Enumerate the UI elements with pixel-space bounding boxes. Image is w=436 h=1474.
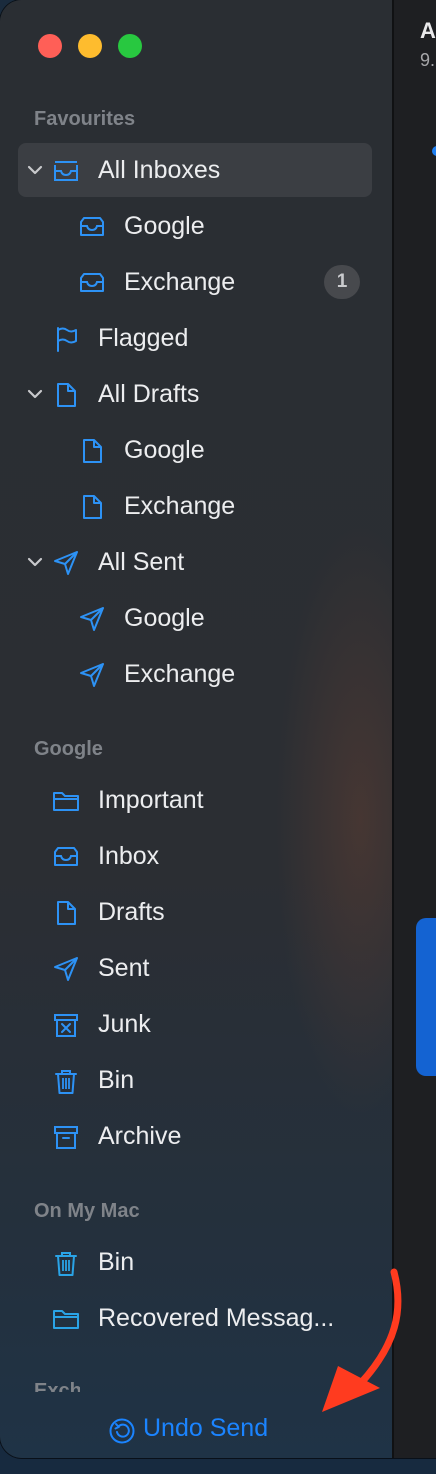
- sidebar-item-mac-bin[interactable]: Bin: [18, 1235, 372, 1289]
- sidebar-item-inbox[interactable]: Inbox: [18, 829, 372, 883]
- paper-plane-icon: [78, 605, 106, 633]
- paper-plane-icon: [52, 955, 80, 983]
- document-icon: [52, 381, 80, 409]
- unread-indicator: [432, 146, 436, 156]
- selected-message-highlight[interactable]: [416, 918, 436, 1076]
- sidebar-item-all-drafts[interactable]: All Drafts: [18, 367, 372, 421]
- sidebar-item-recovered-messages[interactable]: Recovered Messag...: [18, 1291, 372, 1345]
- sidebar-item-label: Flagged: [98, 324, 189, 352]
- junk-icon: [52, 1011, 80, 1039]
- sidebar-item-label: All Drafts: [98, 380, 200, 408]
- sidebar-item-important[interactable]: Important: [18, 773, 372, 827]
- inbox-tray-icon: [52, 157, 80, 185]
- chevron-down-icon[interactable]: [26, 161, 44, 179]
- chevron-down-icon[interactable]: [26, 553, 44, 571]
- sidebar-item-label: Inbox: [98, 842, 160, 870]
- sidebar-item-drafts[interactable]: Drafts: [18, 885, 372, 939]
- mail-window: Favourites All Inboxes Google Exchange 1…: [0, 0, 436, 1458]
- unread-count-badge: 1: [324, 265, 360, 299]
- sidebar-item-junk[interactable]: Junk: [18, 997, 372, 1051]
- flag-icon: [52, 325, 80, 353]
- section-header-partial-text: Exch: [34, 1382, 80, 1392]
- minimize-window-button[interactable]: [78, 34, 102, 58]
- section-header-google: Google: [34, 738, 103, 760]
- inbox-tray-icon: [78, 213, 106, 241]
- sidebar-item-flagged[interactable]: Flagged: [18, 311, 372, 365]
- sidebar-item-label: Exchange: [124, 492, 236, 520]
- archive-box-icon: [52, 1123, 80, 1151]
- sidebar-item-exchange-sent[interactable]: Exchange: [18, 647, 372, 701]
- sidebar-item-label: All Inboxes: [98, 156, 221, 184]
- sidebar-item-google-sent[interactable]: Google: [18, 591, 372, 645]
- undo-send-label: Undo Send: [143, 1414, 269, 1442]
- sidebar-item-label: Recovered Messag...: [98, 1304, 335, 1332]
- close-window-button[interactable]: [38, 34, 62, 58]
- sidebar-item-exchange-drafts[interactable]: Exchange: [18, 479, 372, 533]
- paper-plane-icon: [52, 549, 80, 577]
- sidebar-item-all-inboxes[interactable]: All Inboxes: [18, 143, 372, 197]
- sidebar-item-archive[interactable]: Archive: [18, 1109, 372, 1163]
- sidebar-item-all-sent[interactable]: All Sent: [18, 535, 372, 589]
- section-header-on-my-mac: On My Mac: [34, 1200, 140, 1222]
- sidebar-item-google-drafts[interactable]: Google: [18, 423, 372, 477]
- sidebar-item-bin[interactable]: Bin: [18, 1053, 372, 1107]
- sidebar-item-label: All Sent: [98, 548, 185, 576]
- message-list-pane: A 9.: [392, 0, 436, 1458]
- folder-icon: [52, 1305, 80, 1333]
- sidebar-item-label: Bin: [98, 1248, 135, 1276]
- sidebar-item-label: Archive: [98, 1122, 182, 1150]
- mailbox-sidebar: Favourites All Inboxes Google Exchange 1…: [0, 0, 392, 1458]
- inbox-tray-icon: [52, 843, 80, 871]
- sidebar-item-label: Important: [98, 786, 204, 814]
- screen: Favourites All Inboxes Google Exchange 1…: [0, 0, 436, 1474]
- sidebar-item-label: Junk: [98, 1010, 151, 1038]
- trash-icon: [52, 1249, 80, 1277]
- paper-plane-icon: [78, 661, 106, 689]
- trash-icon: [52, 1067, 80, 1095]
- mailbox-subtitle: 9.: [420, 50, 436, 70]
- sidebar-item-sent[interactable]: Sent: [18, 941, 372, 995]
- section-header-partial: Exch: [34, 1382, 80, 1392]
- sidebar-item-label: Exchange: [124, 660, 236, 688]
- document-icon: [78, 493, 106, 521]
- sidebar-item-google-inbox[interactable]: Google: [18, 199, 372, 253]
- section-header-favourites: Favourites: [34, 108, 136, 130]
- sidebar-item-label: Google: [124, 604, 205, 632]
- inbox-tray-icon: [78, 269, 106, 297]
- sidebar-item-label: Google: [124, 436, 205, 464]
- sidebar-item-label: Google: [124, 212, 205, 240]
- zoom-window-button[interactable]: [118, 34, 142, 58]
- chevron-down-icon[interactable]: [26, 385, 44, 403]
- mailbox-title: A: [420, 18, 436, 43]
- sidebar-item-label: Bin: [98, 1066, 135, 1094]
- sidebar-item-exchange-inbox[interactable]: Exchange 1: [18, 255, 372, 309]
- sidebar-item-label: Exchange: [124, 268, 236, 296]
- sidebar-item-label: Drafts: [98, 898, 165, 926]
- sidebar-item-label: Sent: [98, 954, 150, 982]
- document-icon: [78, 437, 106, 465]
- folder-icon: [52, 787, 80, 815]
- document-icon: [52, 899, 80, 927]
- undo-circle-icon: [109, 1418, 135, 1444]
